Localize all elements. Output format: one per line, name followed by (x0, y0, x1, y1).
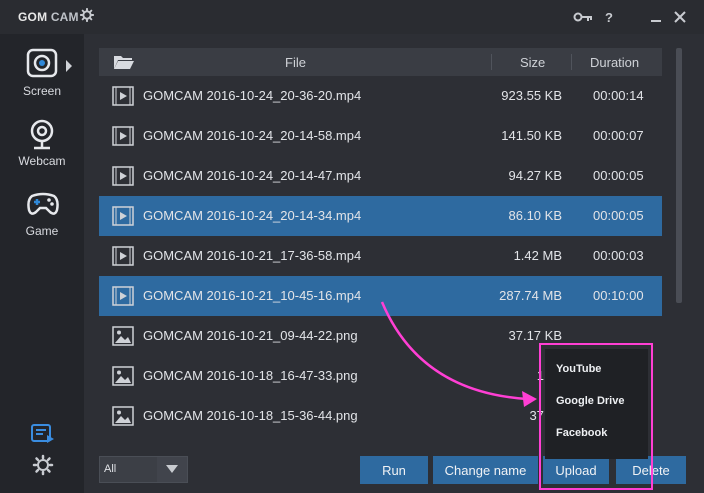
file-duration: 00:00:07 (593, 128, 644, 143)
image-file-icon (112, 366, 134, 386)
brand-sub: CAM (50, 10, 79, 24)
file-size: 923.55 KB (501, 88, 562, 103)
sidebar-item-game[interactable]: Game (0, 180, 84, 246)
table-row[interactable]: GOMCAM 2016-10-24_20-14-47.mp4 94.27 KB 00… (99, 156, 662, 196)
help-icon[interactable]: ? (603, 7, 615, 27)
file-name: GOMCAM 2016-10-24_20-36-20.mp4 (143, 88, 362, 103)
delete-button[interactable]: Delete (616, 456, 686, 484)
screen-record-icon (26, 48, 58, 78)
file-name: GOMCAM 2016-10-18_15-36-44.png (143, 408, 358, 423)
video-file-icon (112, 126, 134, 146)
file-size: 1.42 MB (513, 248, 562, 263)
file-duration: 00:00:14 (593, 88, 644, 103)
open-folder-icon[interactable] (113, 54, 135, 70)
table-row[interactable]: GOMCAM 2016-10-21_10-45-16.mp4 287.74 MB 0… (99, 276, 662, 316)
file-duration: 00:00:05 (593, 208, 644, 223)
upload-button[interactable]: Upload (543, 456, 609, 484)
webcam-icon (30, 119, 54, 150)
file-name: GOMCAM 2016-10-18_16-47-33.png (143, 368, 358, 383)
filter-dropdown-button[interactable] (157, 457, 187, 482)
file-name: GOMCAM 2016-10-21_09-44-22.png (143, 328, 358, 343)
close-icon[interactable] (672, 7, 688, 27)
change-name-button[interactable]: Change name (433, 456, 538, 484)
file-name: GOMCAM 2016-10-24_20-14-58.mp4 (143, 128, 362, 143)
sidebar-label-webcam: Webcam (18, 154, 66, 168)
upload-menu: YouTube Google Drive Facebook (545, 349, 648, 459)
sidebar: Screen Webcam Game (0, 34, 84, 493)
title-bar: GOM CAM ? (0, 0, 704, 34)
file-name: GOMCAM 2016-10-21_10-45-16.mp4 (143, 288, 362, 303)
run-button[interactable]: Run (360, 456, 428, 484)
menu-item-youtube[interactable]: YouTube (556, 363, 601, 375)
filter-value: All (104, 463, 117, 475)
file-name: GOMCAM 2016-10-24_20-14-34.mp4 (143, 208, 362, 223)
table-row[interactable]: GOMCAM 2016-10-24_20-14-34.mp4 86.10 KB 00… (99, 196, 662, 236)
table-row[interactable]: GOMCAM 2016-10-24_20-36-20.mp4 923.55 KB 0… (99, 76, 662, 116)
sidebar-item-screen[interactable]: Screen (0, 40, 84, 106)
gamepad-icon (27, 192, 59, 215)
video-file-icon (112, 246, 134, 266)
minimize-icon[interactable] (648, 7, 664, 27)
column-header-duration[interactable]: Duration (590, 55, 639, 70)
table-header: File Size Duration (99, 48, 662, 76)
video-file-icon (112, 166, 134, 186)
column-separator (571, 54, 572, 70)
menu-item-facebook[interactable]: Facebook (556, 427, 607, 439)
scrollbar-thumb[interactable] (676, 48, 682, 303)
image-file-icon (112, 326, 134, 346)
file-name: GOMCAM 2016-10-24_20-14-47.mp4 (143, 168, 362, 183)
file-size: 86.10 KB (508, 208, 563, 223)
video-file-icon (112, 86, 134, 106)
file-size: 141.50 KB (501, 128, 562, 143)
settings-gear-icon[interactable] (80, 8, 94, 22)
table-row[interactable]: GOMCAM 2016-10-24_20-14-58.mp4 141.50 KB 0… (99, 116, 662, 156)
app-logo: GOM CAM (18, 10, 79, 24)
file-size: 37.17 KB (508, 328, 563, 343)
sidebar-label-game: Game (25, 224, 59, 238)
brand-main: GOM (18, 10, 48, 24)
sidebar-item-webcam[interactable]: Webcam (0, 110, 84, 176)
video-file-icon (112, 206, 134, 226)
settings-icon[interactable] (32, 454, 54, 476)
file-size: 287.74 MB (499, 288, 562, 303)
file-list-icon[interactable] (30, 423, 56, 445)
sidebar-label-screen: Screen (22, 84, 62, 98)
column-header-size[interactable]: Size (520, 55, 545, 70)
column-separator (491, 54, 492, 70)
filter-select[interactable]: All (99, 456, 188, 483)
file-name: GOMCAM 2016-10-21_17-36-58.mp4 (143, 248, 362, 263)
key-icon[interactable] (572, 7, 594, 27)
table-row[interactable]: GOMCAM 2016-10-21_17-36-58.mp4 1.42 MB 00:… (99, 236, 662, 276)
file-duration: 00:00:03 (593, 248, 644, 263)
selected-arrow-icon (66, 60, 72, 72)
image-file-icon (112, 406, 134, 426)
column-header-file[interactable]: File (285, 55, 306, 70)
menu-item-google-drive[interactable]: Google Drive (556, 395, 624, 407)
video-file-icon (112, 286, 134, 306)
file-duration: 00:10:00 (593, 288, 644, 303)
file-size: 94.27 KB (508, 168, 563, 183)
file-duration: 00:00:05 (593, 168, 644, 183)
chevron-down-icon (166, 465, 178, 473)
